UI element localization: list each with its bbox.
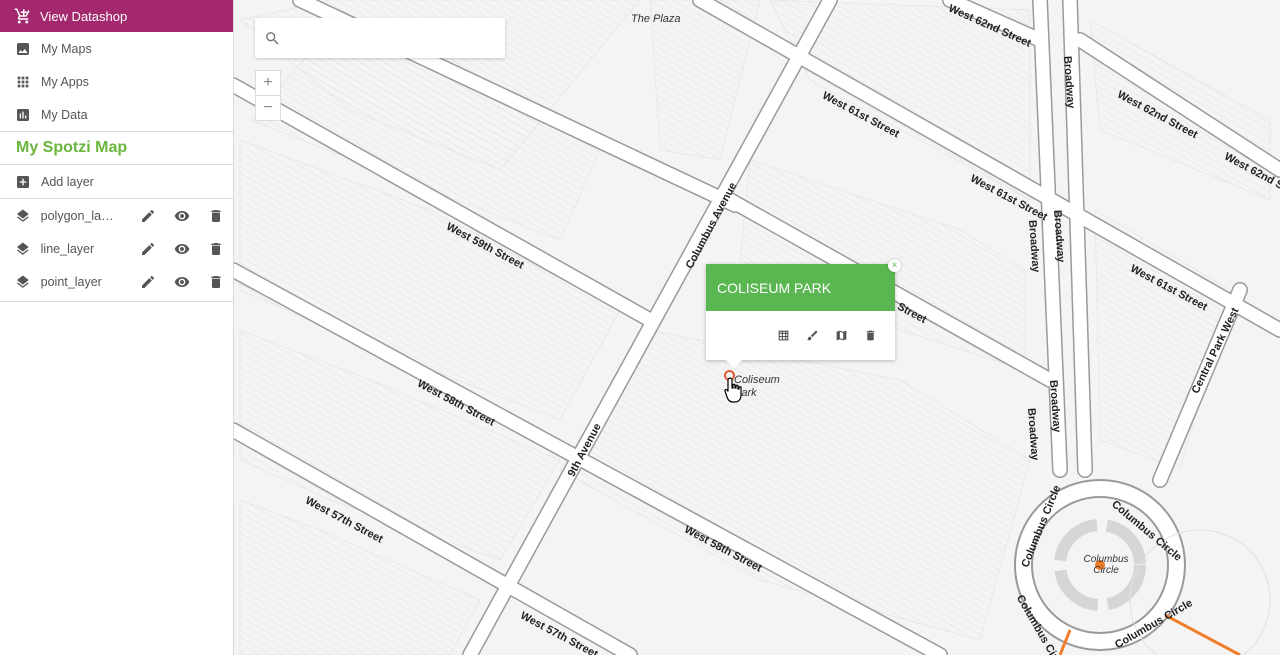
map-label-plaza: The Plaza: [631, 13, 681, 25]
zoom-in-button[interactable]: +: [256, 71, 280, 95]
layer-name: polygon_layer: [40, 208, 117, 223]
nav-my-data[interactable]: My Data: [0, 98, 233, 131]
add-box-icon: [17, 175, 29, 188]
delete-layer-button[interactable]: [199, 274, 233, 290]
edit-layer-button[interactable]: [131, 241, 165, 257]
layer-row-polygon[interactable]: polygon_layer: [0, 199, 233, 232]
popup-tail: [726, 360, 742, 368]
delete-layer-button[interactable]: [199, 208, 233, 224]
map-title: My Spotzi Map: [16, 139, 128, 156]
edit-layer-button[interactable]: [131, 208, 165, 224]
layer-name: point_layer: [40, 274, 102, 289]
nav-my-data-label: My Data: [41, 107, 88, 122]
pencil-icon: [142, 275, 155, 288]
zoom-control: + −: [255, 70, 281, 121]
popup-title: COLISEUM PARK: [706, 264, 895, 311]
view-datashop-label: View Datashop: [40, 8, 128, 24]
layer-row-line[interactable]: line_layer: [0, 232, 233, 265]
cart-icon: [14, 8, 30, 24]
layers-icon: [16, 241, 29, 255]
pencil-icon: [142, 242, 155, 255]
toggle-visibility-button[interactable]: [165, 208, 199, 224]
sidebar: View Datashop My Maps My Apps My Data My…: [0, 0, 234, 655]
image-icon: [17, 42, 29, 55]
map-label-columbus-circle-inner: Columbus Circle: [1083, 554, 1129, 576]
toggle-visibility-button[interactable]: [165, 274, 199, 290]
delete-layer-button[interactable]: [199, 241, 233, 257]
trash-icon: [866, 330, 875, 341]
chart-icon: [17, 108, 29, 121]
divider: [0, 301, 233, 302]
trash-icon: [211, 275, 221, 288]
pencil-icon: [142, 209, 155, 222]
add-layer-button[interactable]: Add layer: [0, 165, 233, 198]
popup-map-button[interactable]: [827, 329, 856, 342]
feature-popup: COLISEUM PARK ×: [706, 259, 901, 368]
eye-icon: [174, 243, 190, 254]
toggle-visibility-button[interactable]: [165, 241, 199, 257]
search-box[interactable]: [255, 18, 505, 58]
add-layer-label: Add layer: [41, 174, 94, 189]
grid-icon: [17, 76, 29, 87]
nav-my-maps[interactable]: My Maps: [0, 32, 233, 65]
eye-icon: [174, 210, 190, 221]
hand-cursor-icon: [724, 377, 742, 403]
layer-row-point[interactable]: point_layer: [0, 265, 233, 298]
eye-icon: [174, 276, 190, 287]
layers-icon: [16, 274, 29, 288]
table-icon: [778, 330, 789, 341]
search-input[interactable]: [287, 19, 491, 57]
popup-close-button[interactable]: ×: [888, 259, 901, 272]
trash-icon: [211, 242, 221, 255]
nav-my-apps[interactable]: My Apps: [0, 65, 233, 98]
map-icon: [836, 330, 847, 341]
nav-my-maps-label: My Maps: [41, 41, 92, 56]
zoom-out-button[interactable]: −: [256, 95, 280, 120]
popup-table-button[interactable]: [769, 329, 798, 342]
brush-icon: [807, 330, 818, 341]
layer-name: line_layer: [40, 241, 95, 256]
popup-style-button[interactable]: [798, 329, 827, 342]
search-icon: [266, 31, 279, 45]
nav-my-apps-label: My Apps: [41, 74, 89, 89]
view-datashop-button[interactable]: View Datashop: [0, 0, 233, 32]
edit-layer-button[interactable]: [131, 274, 165, 290]
layers-icon: [16, 208, 29, 222]
popup-delete-button[interactable]: [856, 329, 885, 342]
trash-icon: [211, 209, 221, 222]
